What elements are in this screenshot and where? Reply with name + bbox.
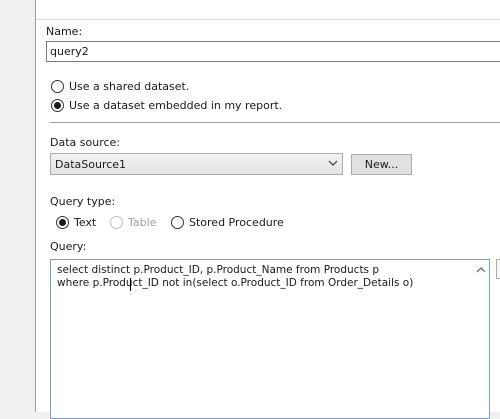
query-label: Query: (50, 240, 87, 253)
data-source-label: Data source: (50, 136, 120, 149)
name-input[interactable]: query2 (46, 41, 500, 62)
query-type-text-label[interactable]: Text (74, 216, 96, 229)
embedded-dataset-radio[interactable] (51, 99, 64, 112)
section-separator (50, 122, 500, 123)
query-type-table-label: Table (128, 216, 157, 229)
expression-button[interactable] (496, 259, 500, 279)
query-type-stored-procedure-radio[interactable] (171, 216, 184, 229)
query-type-table-radio (110, 216, 123, 229)
query-type-stored-procedure-label[interactable]: Stored Procedure (189, 216, 284, 229)
shared-dataset-label[interactable]: Use a shared dataset. (69, 80, 189, 93)
query-line-2: where p.Product_ID not in(select o.Produ… (57, 277, 414, 289)
scroll-up-icon[interactable] (475, 264, 487, 276)
chevron-down-icon (328, 160, 338, 166)
new-data-source-button[interactable]: New... (351, 154, 412, 175)
data-source-dropdown[interactable]: DataSource1 (50, 153, 343, 175)
query-editor[interactable]: select distinct p.Product_ID, p.Product_… (50, 259, 490, 419)
data-source-value: DataSource1 (55, 158, 127, 171)
shared-dataset-radio[interactable] (51, 80, 64, 93)
name-label: Name: (46, 25, 83, 38)
text-caret (130, 278, 131, 291)
top-divider (36, 19, 500, 20)
query-type-text-radio[interactable] (56, 216, 69, 229)
query-type-label: Query type: (50, 195, 116, 208)
query-line-1: select distinct p.Product_ID, p.Product_… (57, 264, 380, 276)
embedded-dataset-label[interactable]: Use a dataset embedded in my report. (69, 99, 282, 112)
left-pane (0, 0, 36, 412)
name-input-value: query2 (50, 45, 89, 58)
